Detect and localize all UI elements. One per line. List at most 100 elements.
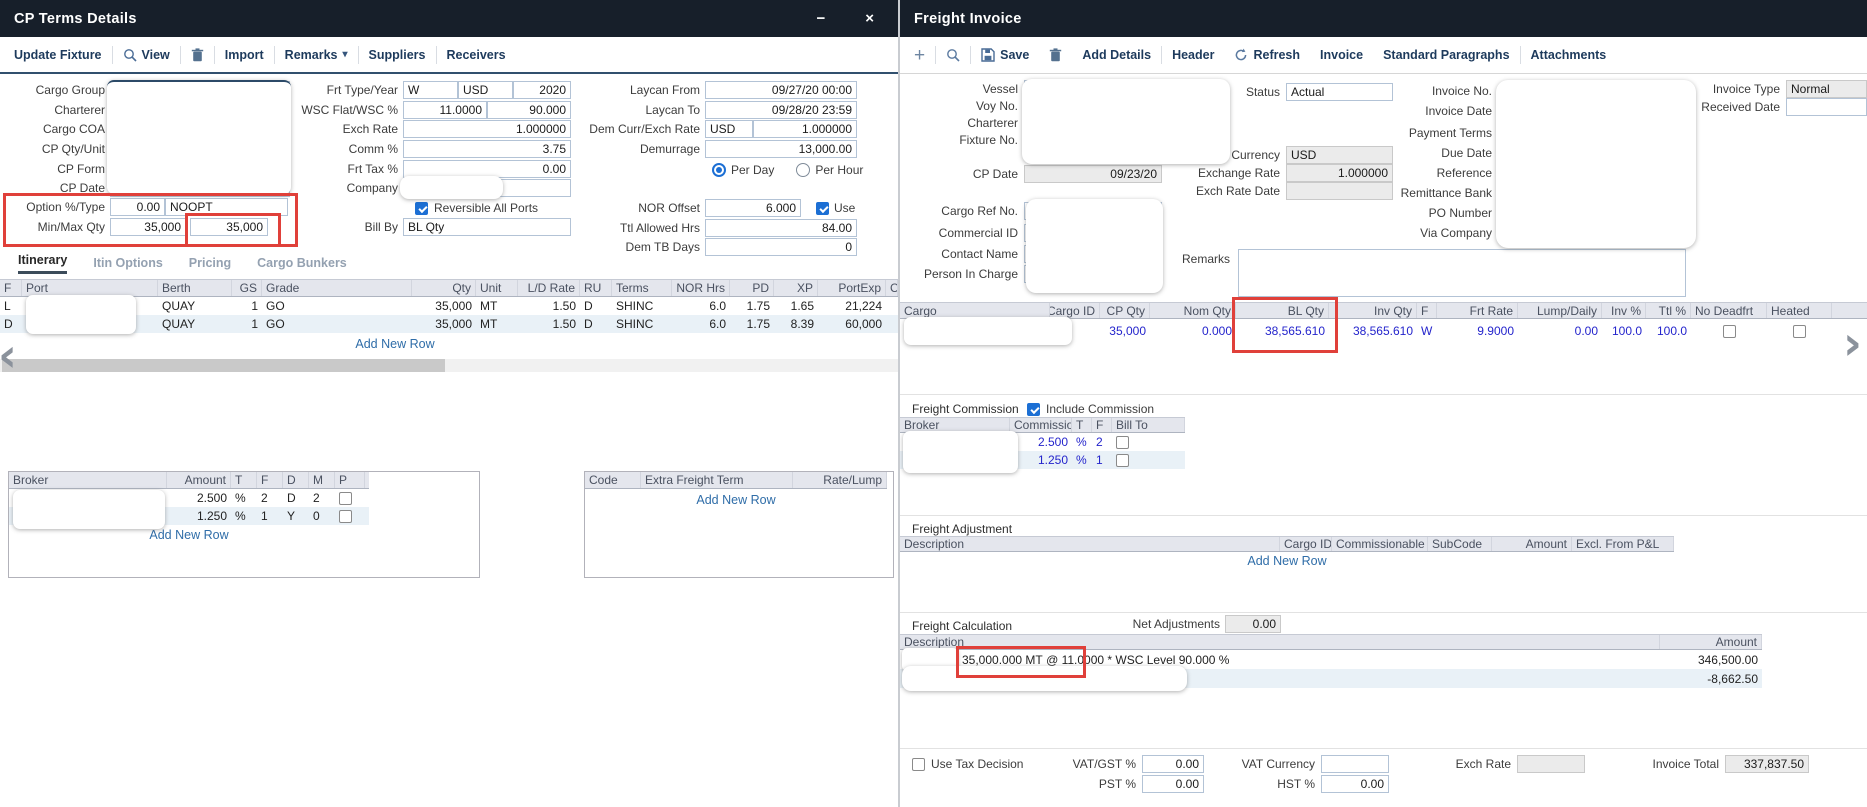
bill-by-field[interactable]: BL Qty	[403, 218, 571, 236]
standard-paragraphs-button[interactable]: Standard Paragraphs	[1373, 48, 1519, 62]
remarks-field[interactable]	[1238, 249, 1686, 297]
add-details-button[interactable]: Add Details	[1072, 48, 1161, 62]
freight-invoice-titlebar: Freight Invoice	[900, 0, 1867, 37]
laycan-to-field[interactable]: 09/28/20 23:59	[705, 101, 857, 119]
vat-gst-field[interactable]: 0.00	[1142, 755, 1204, 773]
nav-next-icon[interactable]: ›	[1843, 320, 1862, 366]
scrollbar-thumb[interactable]	[2, 359, 445, 372]
option-pct-type-label: Option %/Type	[2, 200, 105, 214]
close-icon[interactable]: ×	[865, 11, 874, 26]
col-qty: Qty	[412, 280, 476, 296]
dem-curr-field[interactable]: USD	[705, 120, 753, 138]
ttl-allowed-hrs-field[interactable]: 84.00	[705, 219, 857, 237]
frt-curr-field[interactable]: USD	[458, 81, 513, 99]
exch-rate-label: Exch Rate	[1421, 757, 1511, 771]
demurrage-label: Demurrage	[582, 142, 700, 156]
new-button[interactable]: +	[904, 46, 935, 65]
adjustment-add-new-row-link[interactable]: Add New Row	[1247, 554, 1326, 568]
bill-to-checkbox[interactable]	[1116, 454, 1129, 467]
hst-field[interactable]: 0.00	[1321, 775, 1389, 793]
person-in-charge-label: Person In Charge	[900, 267, 1018, 281]
refresh-button[interactable]: Refresh	[1224, 48, 1310, 62]
cp-date-label: CP Date	[2, 181, 105, 195]
exch-rate-field[interactable]: 1.000000	[403, 120, 571, 138]
reversible-all-ports-checkbox[interactable]	[415, 202, 428, 215]
wsc-flat-field[interactable]: 11.0000	[403, 101, 487, 119]
tab-itin-options[interactable]: Itin Options	[93, 256, 162, 274]
col-code: Code	[585, 472, 641, 488]
tab-pricing[interactable]: Pricing	[189, 256, 231, 274]
heated-checkbox[interactable]	[1793, 325, 1806, 338]
vat-currency-field[interactable]	[1321, 755, 1389, 773]
receivers-button[interactable]: Receivers	[437, 48, 516, 62]
frt-year-field[interactable]: 2020	[513, 81, 571, 99]
delete-button[interactable]	[181, 48, 214, 62]
search-button[interactable]	[936, 48, 970, 62]
contact-name-label: Contact Name	[900, 247, 1018, 261]
no-deadfrt-checkbox[interactable]	[1723, 325, 1736, 338]
col-bl-qty: BL Qty	[1236, 303, 1329, 318]
nor-offset-field[interactable]: 6.000	[705, 199, 801, 217]
dem-tb-days-field[interactable]: 0	[705, 238, 857, 256]
broker-add-new-row-link[interactable]: Add New Row	[149, 528, 228, 542]
update-fixture-button[interactable]: Update Fixture	[4, 48, 112, 62]
view-button[interactable]: View	[113, 48, 180, 62]
cp-qty-unit-label: CP Qty/Unit	[2, 142, 105, 156]
option-pct-field[interactable]: 0.00	[110, 198, 165, 216]
import-button[interactable]: Import	[215, 48, 274, 62]
per-hour-radio[interactable]	[796, 163, 810, 177]
frt-type-field[interactable]: W	[403, 81, 458, 99]
col-broker: Broker	[900, 418, 1010, 432]
max-qty-field[interactable]: 35,000	[190, 218, 268, 236]
redaction-box	[1496, 80, 1696, 248]
col-portexp: PortExp	[818, 280, 886, 296]
redaction-box	[903, 431, 1018, 473]
itinerary-add-new-row-link[interactable]: Add New Row	[355, 337, 434, 351]
bill-to-checkbox[interactable]	[1116, 436, 1129, 449]
delete-button[interactable]	[1039, 48, 1072, 62]
col-p: P	[335, 472, 365, 488]
exchange-rate-label: Exchange Rate	[1170, 166, 1280, 180]
include-commission-checkbox[interactable]	[1027, 403, 1040, 416]
use-tax-decision-label: Use Tax Decision	[931, 757, 1023, 771]
option-type-field[interactable]: NOOPT	[165, 198, 288, 216]
invoice-button[interactable]: Invoice	[1310, 48, 1373, 62]
use-tax-decision-checkbox[interactable]	[912, 758, 925, 771]
cargo-group-label: Cargo Group	[2, 83, 105, 97]
comm-pct-field[interactable]: 3.75	[403, 140, 571, 158]
col-heated: Heated	[1767, 303, 1832, 318]
header-button[interactable]: Header	[1162, 48, 1224, 62]
min-qty-field[interactable]: 35,000	[110, 218, 186, 236]
suppliers-button[interactable]: Suppliers	[359, 48, 436, 62]
charterer-label: Charterer	[2, 103, 105, 117]
section-divider	[900, 748, 1867, 749]
broker-p-checkbox[interactable]	[339, 492, 352, 505]
per-hour-label: Per Hour	[815, 163, 863, 177]
remittance-bank-label: Remittance Bank	[1340, 186, 1492, 200]
refresh-icon	[1234, 48, 1248, 62]
extra-freight-add-new-row-link[interactable]: Add New Row	[696, 493, 775, 507]
col-d: D	[283, 472, 309, 488]
tab-itinerary[interactable]: Itinerary	[18, 253, 67, 274]
laycan-from-field[interactable]: 09/27/20 00:00	[705, 81, 857, 99]
pst-field[interactable]: 0.00	[1142, 775, 1204, 793]
attachments-button[interactable]: Attachments	[1521, 48, 1617, 62]
section-divider	[900, 515, 1867, 516]
wsc-pct-field[interactable]: 90.000	[487, 101, 571, 119]
col-f: F	[1092, 418, 1112, 432]
tab-cargo-bunkers[interactable]: Cargo Bunkers	[257, 256, 347, 274]
save-button[interactable]: Save	[971, 48, 1039, 62]
nav-previous-icon[interactable]: ‹	[0, 332, 17, 378]
received-date-field[interactable]	[1786, 98, 1867, 116]
exch-rate-date-label: Exch Rate Date	[1170, 184, 1280, 198]
per-day-radio[interactable]	[712, 163, 726, 177]
remarks-button[interactable]: Remarks ▾	[275, 48, 358, 62]
col-bill-to: Bill To	[1112, 418, 1185, 432]
broker-p-checkbox[interactable]	[339, 510, 352, 523]
minimize-icon[interactable]: −	[816, 11, 825, 26]
demurrage-field[interactable]: 13,000.00	[705, 140, 857, 158]
use-checkbox[interactable]	[816, 202, 829, 215]
freight-commission-section-label: Freight Commission	[912, 402, 1019, 416]
dem-exch-field[interactable]: 1.000000	[753, 120, 857, 138]
col-description: Description	[900, 537, 1280, 551]
